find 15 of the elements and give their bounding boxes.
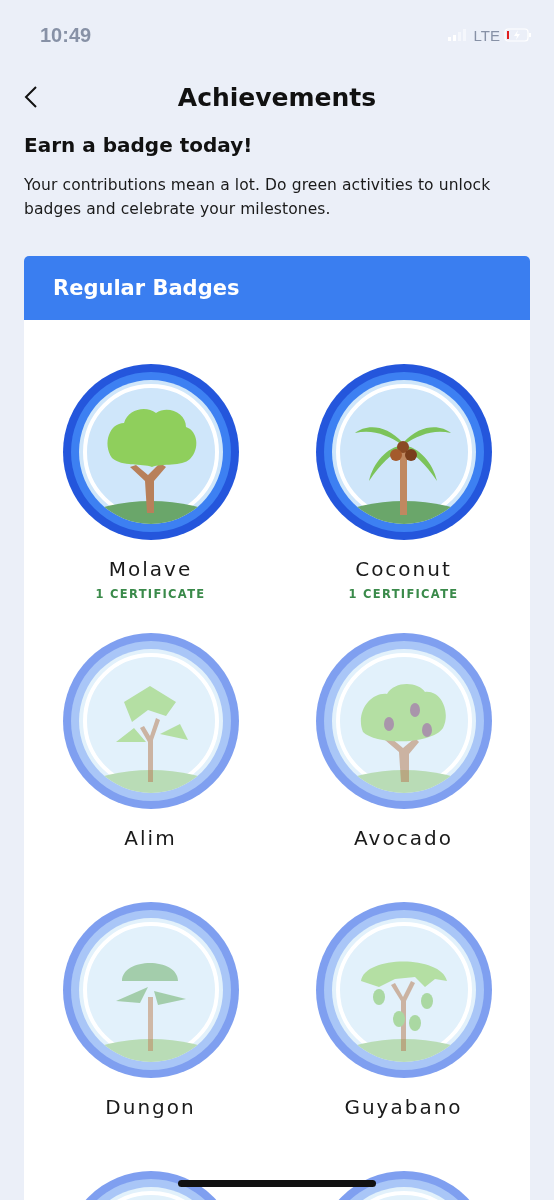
badge-name: Molave — [108, 557, 193, 581]
section-header: Regular Badges — [24, 256, 530, 320]
intro-heading: Earn a badge today! — [24, 133, 254, 157]
page-title: Achievements — [177, 82, 377, 112]
network-label: LTE — [473, 26, 500, 44]
status-time: 10:49 — [40, 23, 92, 47]
battery-icon — [504, 28, 532, 42]
badge-name: Guyabano — [344, 1095, 463, 1119]
badge-name: Coconut — [355, 557, 452, 581]
certificate-count: 1 CERTIFICATE — [95, 587, 206, 601]
intro-text: Your contributions mean a lot. Do green activities to unlock badges and celebrate your milestones. — [24, 175, 492, 220]
badge-name: Avocado — [354, 826, 453, 850]
certificate-count: 1 CERTIFICATE — [348, 587, 459, 601]
badge-name: Alim — [124, 826, 177, 850]
badge-name: Dungon — [105, 1095, 196, 1119]
